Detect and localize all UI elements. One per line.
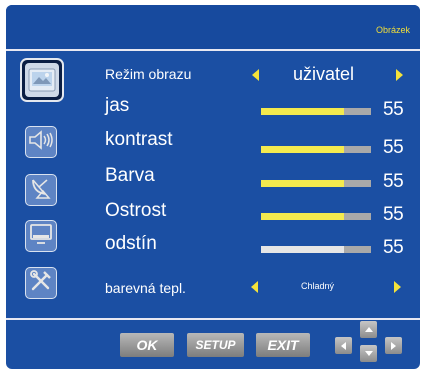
color-value: 55 [383, 171, 404, 192]
tint-value: 55 [383, 237, 404, 258]
color-temperature-label: barevná tepl. [105, 280, 186, 296]
color-temperature-value: Chladný [301, 281, 335, 291]
page-title: Obrázek [375, 25, 410, 35]
tools-icon [29, 269, 53, 298]
color-temperature-right-arrow[interactable] [394, 281, 401, 293]
monitor-icon [29, 223, 53, 250]
arrow-left-icon [341, 341, 346, 350]
osd-menu: Obrázek Režim obrazu uživatel jas 55 kon… [6, 5, 420, 369]
header-bar: Obrázek [6, 5, 420, 49]
color-slider[interactable] [261, 180, 371, 187]
nav-right-button[interactable] [385, 337, 402, 354]
sidebar-item-channel[interactable] [25, 174, 57, 206]
speaker-icon [28, 129, 54, 155]
contrast-slider[interactable] [261, 146, 371, 153]
tint-label: odstín [105, 233, 157, 254]
sidebar-item-picture[interactable] [20, 58, 64, 102]
arrow-up-icon [364, 327, 373, 332]
contrast-slider-fill [261, 146, 344, 153]
ok-button[interactable]: OK [120, 333, 174, 357]
picture-mode-label: Režim obrazu [105, 66, 192, 82]
color-slider-fill [261, 180, 344, 187]
arrow-right-icon [391, 341, 396, 350]
tint-slider-fill [261, 246, 344, 253]
exit-button[interactable]: EXIT [256, 333, 310, 357]
contrast-value: 55 [383, 137, 404, 158]
setup-button[interactable]: SETUP [187, 333, 244, 357]
sharpness-value: 55 [383, 204, 404, 225]
brightness-label: jas [105, 95, 130, 116]
sidebar-item-display[interactable] [25, 220, 57, 252]
contrast-label: kontrast [105, 129, 173, 150]
brightness-value: 55 [383, 99, 404, 120]
sidebar-item-setup[interactable] [25, 267, 57, 299]
picture-mode-right-arrow[interactable] [396, 69, 403, 81]
nav-left-button[interactable] [335, 337, 352, 354]
sharpness-label: Ostrost [105, 200, 167, 221]
color-label: Barva [105, 165, 155, 186]
sidebar-item-sound[interactable] [25, 126, 57, 158]
nav-down-button[interactable] [360, 345, 377, 362]
brightness-slider[interactable] [261, 108, 371, 115]
picture-icon [25, 63, 59, 97]
nav-up-button[interactable] [360, 321, 377, 338]
sharpness-slider-fill [261, 213, 344, 220]
brightness-slider-fill [261, 108, 344, 115]
color-temperature-left-arrow[interactable] [251, 281, 258, 293]
divider-top [6, 49, 420, 51]
satellite-dish-icon [29, 176, 53, 205]
picture-mode-left-arrow[interactable] [252, 69, 259, 81]
divider-bottom [6, 318, 420, 320]
sharpness-slider[interactable] [261, 213, 371, 220]
arrow-down-icon [364, 351, 373, 356]
tint-slider[interactable] [261, 246, 371, 253]
picture-mode-value: uživatel [293, 64, 355, 84]
